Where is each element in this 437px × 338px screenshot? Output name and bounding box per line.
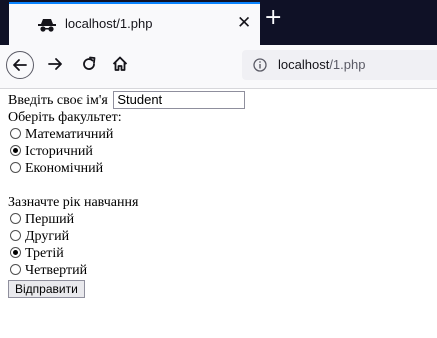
faculty-radio[interactable] xyxy=(10,162,21,173)
submit-button[interactable]: Відправити xyxy=(8,280,85,298)
url-text: localhost/1.php xyxy=(278,57,365,72)
tab-bar: localhost/1.php ✕ + xyxy=(0,0,437,45)
back-button[interactable] xyxy=(6,51,34,79)
faculty-option[interactable]: Економічний xyxy=(8,160,245,177)
submit-row: Відправити xyxy=(8,279,245,298)
address-bar[interactable]: localhost/1.php xyxy=(242,50,437,80)
navigation-toolbar: localhost/1.php xyxy=(0,45,437,89)
name-input[interactable]: Student xyxy=(113,91,246,109)
faculty-option[interactable]: Математичний xyxy=(8,126,245,143)
reload-icon[interactable] xyxy=(80,55,98,73)
home-icon[interactable] xyxy=(111,55,129,73)
faculty-label: Оберіть факультет: xyxy=(8,110,122,125)
private-browsing-icon xyxy=(38,19,56,32)
year-label: Зазначте рік навчання xyxy=(8,195,139,210)
new-tab-button[interactable]: + xyxy=(264,5,282,30)
year-option[interactable]: Четвертий xyxy=(8,262,245,279)
year-radio[interactable] xyxy=(10,213,21,224)
tab-title: localhost/1.php xyxy=(65,16,153,31)
faculty-option-label: Математичний xyxy=(25,127,114,142)
info-icon[interactable] xyxy=(253,58,267,72)
year-option[interactable]: Другий xyxy=(8,228,245,245)
year-option-label: Другий xyxy=(25,229,70,244)
year-option-label: Перший xyxy=(25,212,75,227)
page-content: Введіть своє ім'я Student Оберіть факуль… xyxy=(8,91,246,298)
url-path: /1.php xyxy=(329,57,366,72)
close-tab-icon[interactable]: ✕ xyxy=(237,13,251,33)
year-option[interactable]: Перший xyxy=(8,211,245,228)
year-option-label: Четвертий xyxy=(25,263,88,278)
faculty-option-label: Історичний xyxy=(25,144,93,159)
faculty-option[interactable]: Історичний xyxy=(8,143,245,160)
active-tab[interactable]: localhost/1.php ✕ xyxy=(9,2,260,45)
forward-arrow-icon[interactable] xyxy=(46,55,64,73)
faculty-radio[interactable] xyxy=(10,128,21,139)
year-option[interactable]: Третій xyxy=(8,245,245,262)
year-radio[interactable] xyxy=(10,264,21,275)
year-radio[interactable] xyxy=(10,247,21,258)
faculty-option-label: Економічний xyxy=(25,161,104,176)
name-row: Введіть своє ім'я Student xyxy=(8,91,246,109)
year-radio[interactable] xyxy=(10,230,21,241)
url-host: localhost xyxy=(278,57,330,72)
faculty-radio[interactable] xyxy=(10,145,21,156)
year-option-label: Третій xyxy=(25,246,64,261)
name-label: Введіть своє ім'я xyxy=(8,93,108,108)
back-arrow-icon xyxy=(13,59,27,71)
